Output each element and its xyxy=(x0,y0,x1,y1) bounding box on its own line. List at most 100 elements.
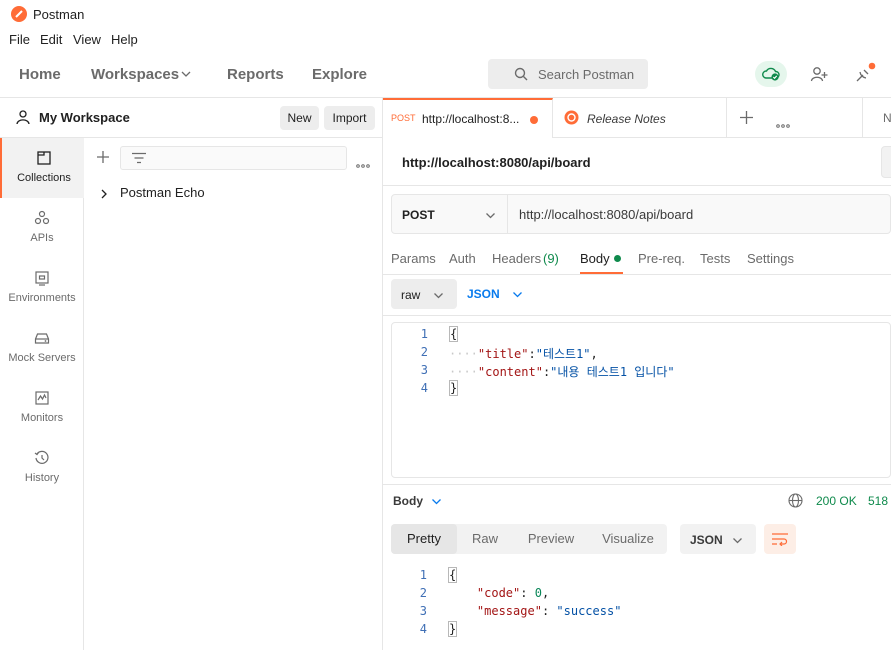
sidebar-rail: Collections APIs Environments Mock Serve… xyxy=(0,138,84,650)
satellite-icon[interactable] xyxy=(854,62,878,87)
filter-icon xyxy=(132,152,146,167)
workspace-header: My Workspace New Import xyxy=(0,98,383,138)
code-brace: { xyxy=(449,326,459,342)
more-options-icon[interactable] xyxy=(356,156,370,171)
sidebar-item-history[interactable]: History xyxy=(0,438,84,498)
top-nav: Home Workspaces Reports Explore Search P… xyxy=(0,50,891,98)
globe-icon[interactable] xyxy=(788,493,803,511)
body-language-select[interactable]: JSON xyxy=(467,279,527,309)
tab-release-notes[interactable]: Release Notes xyxy=(553,98,727,138)
tab-pretty[interactable]: Pretty xyxy=(391,524,457,554)
body-mode-select[interactable]: raw xyxy=(391,279,457,309)
code-line: ····"content":"내용 테스트1 입니다" xyxy=(449,365,675,379)
chevron-down-icon xyxy=(485,209,496,224)
filter-input[interactable] xyxy=(120,146,347,170)
unsaved-dot-icon xyxy=(530,116,538,124)
nav-reports[interactable]: Reports xyxy=(227,66,284,83)
tab-auth[interactable]: Auth xyxy=(449,251,476,266)
search-input[interactable]: Search Postman xyxy=(488,59,648,89)
tab-prereq[interactable]: Pre-req. xyxy=(638,251,685,266)
new-tab-icon[interactable] xyxy=(740,111,753,127)
sidebar-item-collections[interactable]: Collections xyxy=(0,138,84,198)
line-number: 1 xyxy=(420,327,428,341)
workspace-title: My Workspace xyxy=(39,110,130,125)
tab-visualize[interactable]: Visualize xyxy=(589,524,667,554)
title-bar: Postman xyxy=(0,0,891,28)
json-value: "테스트1" xyxy=(535,347,591,361)
status-badge[interactable]: 200 OK xyxy=(816,494,857,508)
wrap-lines-button[interactable] xyxy=(764,524,796,554)
add-collection-icon[interactable] xyxy=(96,150,110,167)
response-view-tabs: Pretty Raw Preview Visualize xyxy=(391,524,667,554)
divider xyxy=(383,274,891,275)
sidebar-item-apis[interactable]: APIs xyxy=(0,198,84,258)
menu-bar: File Edit View Help xyxy=(0,28,891,50)
wrap-lines-icon xyxy=(772,532,788,549)
line-number: 3 xyxy=(420,363,428,377)
nav-explore[interactable]: Explore xyxy=(312,66,367,83)
url-input[interactable]: http://localhost:8080/api/board xyxy=(519,207,693,222)
sidebar-item-label: History xyxy=(24,472,60,484)
sidebar-item-label: APIs xyxy=(30,232,54,244)
body-indicator-dot-icon xyxy=(614,255,621,262)
request-title[interactable]: http://localhost:8080/api/board xyxy=(402,155,591,170)
sidebar-item-monitors[interactable]: Monitors xyxy=(0,378,84,438)
chevron-right-icon[interactable] xyxy=(100,187,108,202)
new-button[interactable]: New xyxy=(280,106,319,130)
sync-status-button[interactable] xyxy=(755,61,787,87)
response-size[interactable]: 518 xyxy=(868,494,888,508)
response-body-viewer: 1 2 3 4 { "code": 0, "message": "success… xyxy=(391,564,891,648)
json-key: "content" xyxy=(477,365,543,379)
tab-request[interactable]: POST http://localhost:8... xyxy=(383,98,553,138)
tab-title: Release Notes xyxy=(587,112,666,126)
menu-edit[interactable]: Edit xyxy=(40,32,62,47)
json-value: 0 xyxy=(534,586,542,600)
response-body-label[interactable]: Body xyxy=(393,494,423,508)
collection-item[interactable]: Postman Echo xyxy=(84,182,382,202)
chevron-down-icon xyxy=(512,288,523,303)
chevron-down-icon[interactable] xyxy=(180,68,192,83)
tab-body[interactable]: Body xyxy=(580,251,610,266)
chevron-down-icon xyxy=(732,534,743,549)
json-key: "code" xyxy=(476,586,521,600)
apis-icon xyxy=(34,210,50,225)
environment-selector[interactable]: N xyxy=(883,111,891,125)
chevron-down-icon[interactable] xyxy=(431,495,442,510)
nav-workspaces[interactable]: Workspaces xyxy=(91,66,179,83)
menu-help[interactable]: Help xyxy=(111,32,138,47)
line-number: 2 xyxy=(420,345,428,359)
line-number: 4 xyxy=(419,622,427,636)
json-key: "message" xyxy=(476,604,542,618)
code-line: "message": "success" xyxy=(476,604,622,618)
collection-name: Postman Echo xyxy=(120,185,205,200)
search-placeholder: Search Postman xyxy=(538,67,635,82)
tab-preview[interactable]: Preview xyxy=(513,524,589,554)
tab-headers[interactable]: Headers xyxy=(492,251,541,266)
sidebar-item-mock-servers[interactable]: Mock Servers xyxy=(0,318,84,378)
tab-params[interactable]: Params xyxy=(391,251,436,266)
invite-user-icon[interactable] xyxy=(810,65,828,86)
request-tabs: POST http://localhost:8... Release Notes… xyxy=(383,98,891,138)
tab-tests[interactable]: Tests xyxy=(700,251,730,266)
import-button[interactable]: Import xyxy=(324,106,375,130)
body-language-value: JSON xyxy=(467,287,500,301)
tab-settings[interactable]: Settings xyxy=(747,251,794,266)
sidebar-item-label: Environments xyxy=(8,292,76,304)
nav-home[interactable]: Home xyxy=(19,66,61,83)
request-body-editor[interactable]: 1 2 3 4 { ····"title":"테스트1", ····"conte… xyxy=(391,322,891,478)
menu-view[interactable]: View xyxy=(73,32,101,47)
code-brace: } xyxy=(448,621,458,637)
menu-file[interactable]: File xyxy=(9,32,30,47)
collections-panel: Postman Echo xyxy=(84,138,383,650)
sidebar-item-environments[interactable]: Environments xyxy=(0,258,84,318)
line-number: 2 xyxy=(419,586,427,600)
json-value: "success" xyxy=(556,604,622,618)
save-button[interactable] xyxy=(881,146,891,178)
method-select[interactable]: POST xyxy=(392,195,508,233)
environments-icon xyxy=(35,271,49,286)
url-bar: POST http://localhost:8080/api/board xyxy=(391,194,891,234)
tab-options-icon[interactable] xyxy=(776,116,790,131)
response-language-select[interactable]: JSON xyxy=(680,524,756,554)
tab-raw[interactable]: Raw xyxy=(457,524,513,554)
code-line: ····"title":"테스트1", xyxy=(449,347,598,361)
